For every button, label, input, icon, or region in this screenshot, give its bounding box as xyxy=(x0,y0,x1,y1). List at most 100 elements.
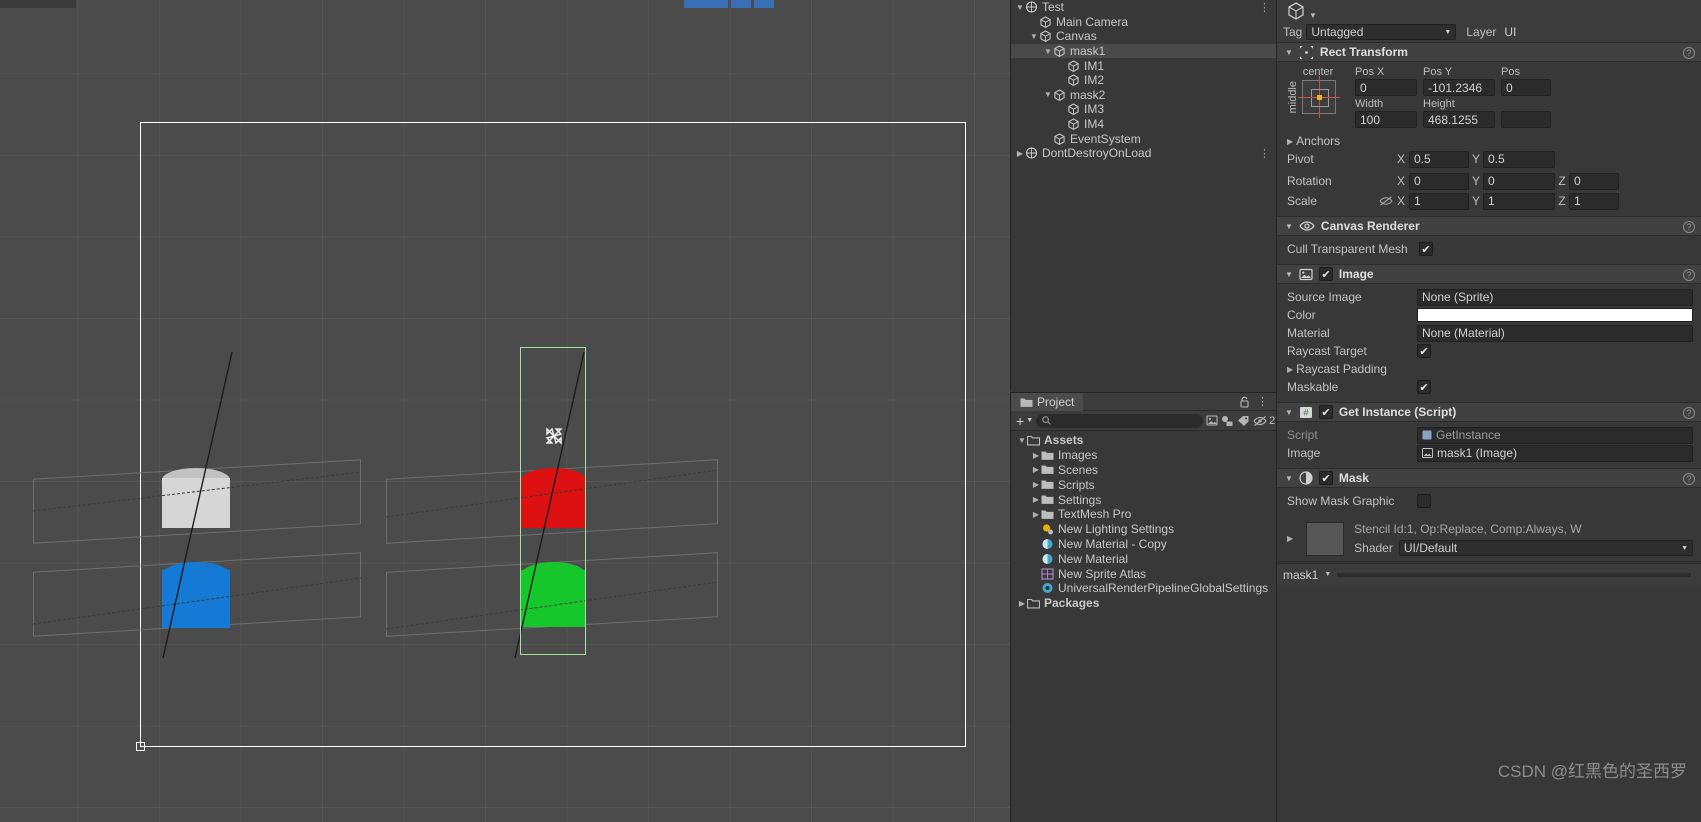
component-header-get-instance[interactable]: ▼ # ✔ Get Instance (Script) ? xyxy=(1277,402,1701,422)
foldout-down-icon[interactable]: ▼ xyxy=(1285,474,1293,483)
image-quad-im2[interactable] xyxy=(162,570,230,628)
add-asset-button[interactable]: + ▼ xyxy=(1016,413,1033,429)
inspector-panel[interactable]: ▼ Tag Untagged ▼ Layer UI ▼ Rect Transfo… xyxy=(1276,0,1701,822)
foldout-down-icon[interactable]: ▼ xyxy=(1043,47,1053,56)
foldout-right-icon[interactable]: ▶ xyxy=(1017,599,1027,608)
foldout-right-icon[interactable]: ▶ xyxy=(1287,137,1293,146)
help-icon[interactable]: ? xyxy=(1683,407,1695,419)
component-header-canvas-renderer[interactable]: ▼ Canvas Renderer ? xyxy=(1277,216,1701,236)
source-image-field[interactable]: None (Sprite) xyxy=(1417,288,1693,306)
project-search-input[interactable] xyxy=(1055,414,1198,427)
project-item-assets[interactable]: ▼ Assets xyxy=(1011,433,1276,448)
project-item-universalrenderpipelineglobalsettings[interactable]: UniversalRenderPipelineGlobalSettings xyxy=(1011,581,1276,596)
hierarchy-item-im2[interactable]: IM2 xyxy=(1011,73,1276,88)
hierarchy-panel[interactable]: ▼ Test ⋮ Main Camera ▼ Canvas ▼ mask1 IM1 IM2 ▼ mas… xyxy=(1010,0,1276,390)
rotation-x-input[interactable]: 0 xyxy=(1409,172,1469,190)
raycast-target-checkbox[interactable]: ✔ xyxy=(1417,344,1431,358)
constrain-proportions-off-icon[interactable] xyxy=(1379,195,1393,207)
hierarchy-item-options-icon[interactable]: ⋮ xyxy=(1259,1,1270,14)
project-panel[interactable]: Project ⋮ + ▼ ▼ Assets ▶ Images ▶ Scenes… xyxy=(1010,392,1281,822)
project-tree[interactable]: ▼ Assets ▶ Images ▶ Scenes ▶ Scripts ▶ Settings ▶ T… xyxy=(1011,431,1276,611)
scale-x-input[interactable]: 1 xyxy=(1409,192,1469,210)
help-icon[interactable]: ? xyxy=(1683,221,1695,233)
foldout-right-icon[interactable]: ▶ xyxy=(1031,451,1041,460)
scale-z-input[interactable]: 1 xyxy=(1569,192,1619,210)
hierarchy-item-main-camera[interactable]: Main Camera xyxy=(1011,15,1276,30)
filter-by-type-icon[interactable] xyxy=(1206,413,1218,428)
foldout-down-icon[interactable]: ▼ xyxy=(1017,436,1027,445)
foldout-down-icon[interactable]: ▼ xyxy=(1285,222,1293,231)
canvas-pivot-handle[interactable] xyxy=(136,742,145,751)
foldout-down-icon[interactable]: ▼ xyxy=(1285,48,1293,57)
pivot-y-input[interactable]: 0.5 xyxy=(1483,150,1555,168)
hierarchy-item-mask2[interactable]: ▼ mask2 xyxy=(1011,88,1276,103)
scale-y-input[interactable]: 1 xyxy=(1483,192,1555,210)
size-extra-input[interactable] xyxy=(1501,111,1551,128)
component-header-image[interactable]: ▼ ✔ Image ? xyxy=(1277,264,1701,284)
help-icon[interactable]: ? xyxy=(1683,269,1695,281)
anchor-preset-widget[interactable] xyxy=(1298,76,1340,118)
hierarchy-item-im1[interactable]: IM1 xyxy=(1011,58,1276,73)
project-item-scripts[interactable]: ▶ Scripts xyxy=(1011,477,1276,492)
pivot-x-input[interactable]: 0.5 xyxy=(1409,150,1469,168)
height-input[interactable]: 468.1255 xyxy=(1423,111,1495,128)
toolbar-play-button[interactable] xyxy=(684,0,728,8)
project-search-box[interactable] xyxy=(1036,413,1204,428)
toolbar-pause-button[interactable] xyxy=(731,0,751,8)
project-toolbar[interactable]: + ▼ xyxy=(1011,411,1281,431)
foldout-right-icon[interactable]: ▶ xyxy=(1031,510,1041,519)
anchors-foldout-row[interactable]: ▶ Anchors xyxy=(1277,132,1701,150)
mask-enabled-checkbox[interactable]: ✔ xyxy=(1318,471,1333,485)
foldout-right-icon[interactable]: ▶ xyxy=(1031,495,1041,504)
foldout-down-icon[interactable]: ▼ xyxy=(1285,270,1293,279)
get-instance-enabled-checkbox[interactable]: ✔ xyxy=(1318,405,1333,419)
width-input[interactable]: 100 xyxy=(1355,111,1417,128)
project-item-packages[interactable]: ▶ Packages xyxy=(1011,596,1276,611)
hierarchy-item-canvas[interactable]: ▼ Canvas xyxy=(1011,29,1276,44)
tag-dropdown[interactable]: Untagged ▼ xyxy=(1306,24,1457,40)
project-item-new-lighting-settings[interactable]: New Lighting Settings xyxy=(1011,522,1276,537)
hierarchy-tree[interactable]: ▼ Test ⋮ Main Camera ▼ Canvas ▼ mask1 IM1 IM2 ▼ mas… xyxy=(1011,0,1276,161)
foldout-down-icon[interactable]: ▼ xyxy=(1043,90,1053,99)
toolbar-step-button[interactable] xyxy=(754,0,774,8)
image-ref-field[interactable]: mask1 (Image) xyxy=(1417,444,1693,462)
tag-icon[interactable] xyxy=(1237,413,1250,428)
component-header-mask[interactable]: ▼ ✔ Mask ? xyxy=(1277,468,1701,488)
project-item-settings[interactable]: ▶ Settings xyxy=(1011,492,1276,507)
component-header-rect-transform[interactable]: ▼ Rect Transform ? xyxy=(1277,42,1701,62)
show-mask-graphic-checkbox[interactable] xyxy=(1417,494,1431,508)
prefab-dropdown-icon[interactable]: ▼ xyxy=(1309,11,1317,20)
shader-dropdown[interactable]: UI/Default ▼ xyxy=(1398,540,1693,556)
chevron-down-icon[interactable]: ▼ xyxy=(1324,571,1331,578)
move-tool-gizmo-icon[interactable] xyxy=(541,423,567,449)
hierarchy-item-options-icon[interactable]: ⋮ xyxy=(1259,147,1270,160)
rotation-z-input[interactable]: 0 xyxy=(1569,172,1619,190)
pos-y-input[interactable]: -101.2346 xyxy=(1423,79,1495,96)
tab-project[interactable]: Project xyxy=(1011,393,1084,411)
lock-icon[interactable] xyxy=(1239,396,1250,408)
project-options-icon[interactable]: ⋮ xyxy=(1257,395,1268,408)
foldout-down-icon[interactable]: ▼ xyxy=(1029,32,1039,41)
foldout-down-icon[interactable]: ▼ xyxy=(1285,408,1293,417)
hierarchy-item-dontdestroyonload[interactable]: ▶ DontDestroyOnLoad ⋮ xyxy=(1011,146,1276,161)
hierarchy-item-im3[interactable]: IM3 xyxy=(1011,102,1276,117)
material-preview-thumbnail[interactable] xyxy=(1306,522,1345,556)
material-field[interactable]: None (Material) xyxy=(1417,324,1693,342)
project-item-textmesh-pro[interactable]: ▶ TextMesh Pro xyxy=(1011,507,1276,522)
foldout-down-icon[interactable]: ▼ xyxy=(1015,3,1025,12)
project-item-images[interactable]: ▶ Images xyxy=(1011,448,1276,463)
pos-z-input[interactable]: 0 xyxy=(1501,79,1551,96)
foldout-right-icon[interactable]: ▶ xyxy=(1031,465,1041,474)
help-icon[interactable]: ? xyxy=(1683,47,1695,59)
help-icon[interactable]: ? xyxy=(1683,473,1695,485)
foldout-right-icon[interactable]: ▶ xyxy=(1287,365,1293,374)
maskable-checkbox[interactable]: ✔ xyxy=(1417,380,1431,394)
cull-transparent-mesh-checkbox[interactable]: ✔ xyxy=(1419,242,1433,256)
raycast-padding-row[interactable]: ▶ Raycast Padding xyxy=(1277,360,1701,378)
rotation-y-input[interactable]: 0 xyxy=(1483,172,1555,190)
pos-x-input[interactable]: 0 xyxy=(1355,79,1417,96)
hierarchy-item-im4[interactable]: IM4 xyxy=(1011,117,1276,132)
hierarchy-item-eventsystem[interactable]: EventSystem xyxy=(1011,131,1276,146)
hierarchy-item-test[interactable]: ▼ Test ⋮ xyxy=(1011,0,1276,15)
project-item-new-material---copy[interactable]: New Material - Copy xyxy=(1011,537,1276,552)
